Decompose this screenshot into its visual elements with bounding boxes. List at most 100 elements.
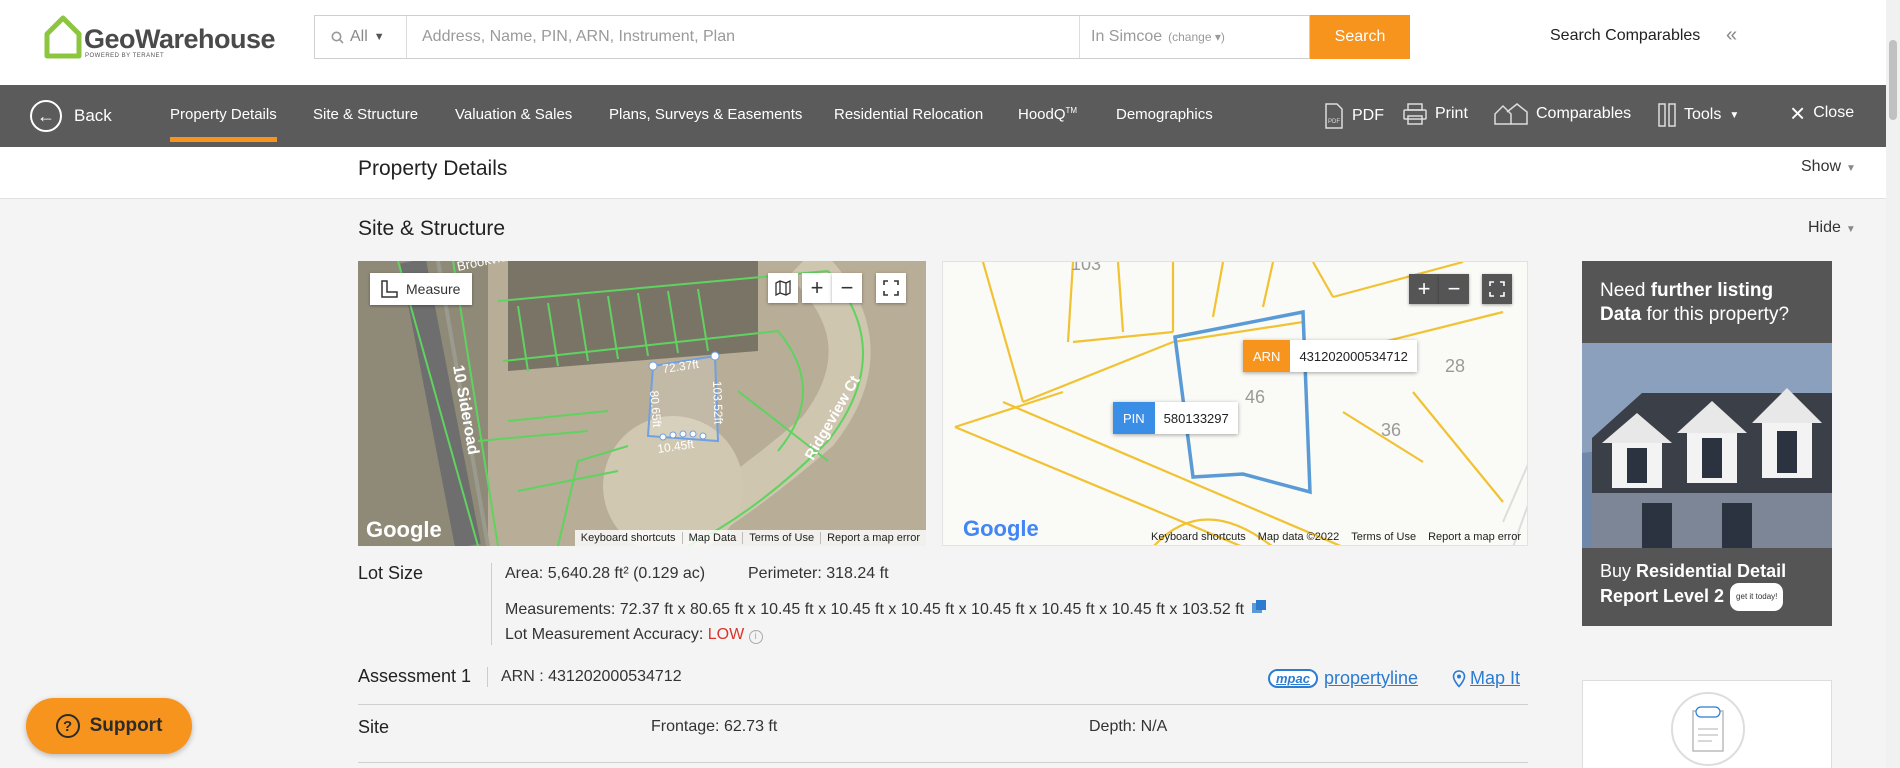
report-error-link[interactable]: Report a map error	[1422, 531, 1527, 543]
get-it-today-button[interactable]: get it today!	[1730, 583, 1784, 611]
fullscreen-icon	[883, 280, 899, 296]
scrollbar-thumb[interactable]	[1889, 40, 1897, 120]
help-icon: ?	[55, 714, 80, 738]
support-label: Support	[89, 715, 163, 736]
search-bar: All ▼ In Simcoe (change ▾)	[314, 15, 1310, 59]
hide-label: Hide	[1808, 219, 1841, 236]
show-label: Show	[1801, 158, 1842, 175]
caret-down-icon: ▼	[373, 31, 385, 43]
back-button[interactable]: ← Back	[30, 100, 112, 132]
svg-text:PDF: PDF	[1328, 119, 1340, 125]
secondary-ad[interactable]	[1582, 680, 1832, 768]
perimeter-value: 318.24 ft	[826, 565, 889, 582]
arn-value: 431202000534712	[548, 668, 682, 685]
zoom-in-button[interactable]: +	[802, 273, 832, 303]
pdf-label: PDF	[1352, 107, 1384, 124]
plus-icon: +	[1417, 276, 1431, 301]
zoom-in-button[interactable]: +	[1409, 274, 1439, 304]
print-button[interactable]: Print	[1403, 103, 1468, 125]
map-type-button[interactable]	[768, 273, 798, 303]
search-scope-dropdown[interactable]: All ▼	[315, 16, 407, 58]
pin-tag[interactable]: PIN 580133297	[1113, 402, 1238, 434]
tab-site-structure[interactable]: Site & Structure	[313, 106, 418, 123]
close-button[interactable]: × Close	[1790, 98, 1854, 128]
site-structure-toggle[interactable]: Hide ▼	[1808, 219, 1856, 237]
ad-headline: Need further listing Data for this prope…	[1600, 279, 1789, 327]
perimeter-label: Perimeter:	[748, 565, 822, 582]
assessment-arn: ARN : 431202000534712	[501, 668, 682, 686]
map-data-label: Map data ©2022	[1257, 531, 1340, 543]
divider	[358, 762, 1528, 763]
keyboard-shortcuts-link[interactable]: Keyboard shortcuts	[575, 532, 682, 544]
parcel-map[interactable]: 46 28 36 103 ARN 431202000534712 PIN 580…	[942, 261, 1528, 546]
tab-demographics[interactable]: Demographics	[1116, 106, 1213, 123]
terms-link[interactable]: Terms of Use	[1345, 531, 1422, 543]
ad-text-bold: Residential Detail	[1636, 561, 1787, 581]
arn-label: ARN :	[501, 668, 544, 685]
comparables-button[interactable]: Comparables	[1494, 103, 1631, 125]
double-chevron-left-icon[interactable]: «	[1726, 24, 1737, 47]
tab-valuation-sales[interactable]: Valuation & Sales	[455, 106, 572, 123]
google-logo: Google	[366, 517, 442, 542]
fullscreen-button[interactable]	[876, 273, 906, 303]
tab-residential-relocation[interactable]: Residential Relocation	[834, 106, 983, 123]
search-comparables-link[interactable]: Search Comparables	[1550, 27, 1700, 45]
pdf-icon: PDF	[1325, 103, 1343, 129]
search-scope-label: All	[350, 28, 368, 45]
ad-text: Need	[1600, 280, 1651, 301]
pdf-button[interactable]: PDF PDF	[1324, 103, 1384, 129]
caret-down-icon: ▼	[1729, 109, 1740, 121]
page-scrollbar[interactable]	[1886, 0, 1900, 768]
tab-plans-surveys-easements[interactable]: Plans, Surveys & Easements	[609, 106, 802, 123]
search-input[interactable]	[407, 16, 1093, 58]
arn-tag[interactable]: ARN 431202000534712	[1243, 340, 1417, 372]
lot-number-28: 28	[1445, 356, 1466, 376]
upsell-ad[interactable]: Need further listing Data for this prope…	[1582, 261, 1832, 626]
mpac-report-icon	[1671, 692, 1745, 766]
aerial-map[interactable]: 10 Sideroad Ridgeview Ct Brookview 72.37…	[358, 261, 926, 546]
pin-tag-key: PIN	[1113, 402, 1155, 434]
report-error-link[interactable]: Report a map error	[820, 532, 926, 544]
depth-value: N/A	[1140, 718, 1168, 735]
map-footer: Keyboard shortcuts Map data ©2022 Terms …	[1145, 529, 1527, 545]
geowarehouse-logo[interactable]: GeoWarehouse POWERED BY TERANET	[44, 14, 276, 62]
assessment-label: Assessment 1	[358, 666, 472, 686]
printer-icon	[1403, 103, 1427, 125]
change-region-link[interactable]: (change ▾)	[1168, 30, 1225, 44]
divider	[487, 667, 488, 687]
info-icon[interactable]: i	[748, 630, 763, 644]
lot-accuracy: Lot Measurement Accuracy: LOW i	[505, 626, 763, 644]
pin-tag-value: 580133297	[1163, 410, 1229, 426]
close-icon: ×	[1790, 98, 1806, 128]
map-data-link[interactable]: Map Data	[681, 532, 743, 544]
trademark-sup: TM	[1065, 106, 1078, 115]
area-label: Area:	[505, 565, 544, 582]
divider	[358, 704, 1528, 705]
area-value: 5,640.28 ft² (0.129 ac)	[547, 565, 706, 582]
property-details-title: Property Details	[358, 157, 508, 180]
tab-hoodq[interactable]: HoodQTM	[1018, 106, 1077, 123]
site-frontage: Frontage: 62.73 ft	[651, 718, 777, 736]
support-button[interactable]: ? Support	[26, 698, 192, 754]
frontage-value: 62.73 ft	[723, 718, 778, 735]
zoom-out-button[interactable]: −	[832, 273, 862, 303]
keyboard-shortcuts-link[interactable]: Keyboard shortcuts	[1145, 531, 1252, 543]
copy-icon[interactable]	[1251, 599, 1267, 615]
fullscreen-button[interactable]	[1482, 274, 1512, 304]
measure-label: Measure	[406, 281, 461, 297]
site-label: Site	[358, 717, 390, 737]
map-it-link[interactable]: Map It	[1452, 668, 1520, 689]
measurements-value: 72.37 ft x 80.65 ft x 10.45 ft x 10.45 f…	[619, 601, 1245, 618]
arn-tag-key: ARN	[1243, 340, 1291, 372]
map-pin-icon	[1452, 669, 1466, 688]
tab-property-details[interactable]: Property Details	[170, 106, 277, 142]
search-button[interactable]: Search	[1310, 15, 1410, 59]
mpac-propertyline-link[interactable]: mpac propertyline	[1268, 668, 1418, 689]
property-details-toggle[interactable]: Show ▼	[1801, 158, 1856, 176]
ad-text: Buy	[1600, 561, 1637, 581]
zoom-out-button[interactable]: −	[1439, 274, 1469, 304]
tools-dropdown[interactable]: Tools ▼	[1658, 103, 1739, 127]
lot-size-label: Lot Size	[358, 563, 424, 583]
measure-button[interactable]: Measure	[370, 273, 473, 305]
terms-link[interactable]: Terms of Use	[742, 532, 820, 544]
